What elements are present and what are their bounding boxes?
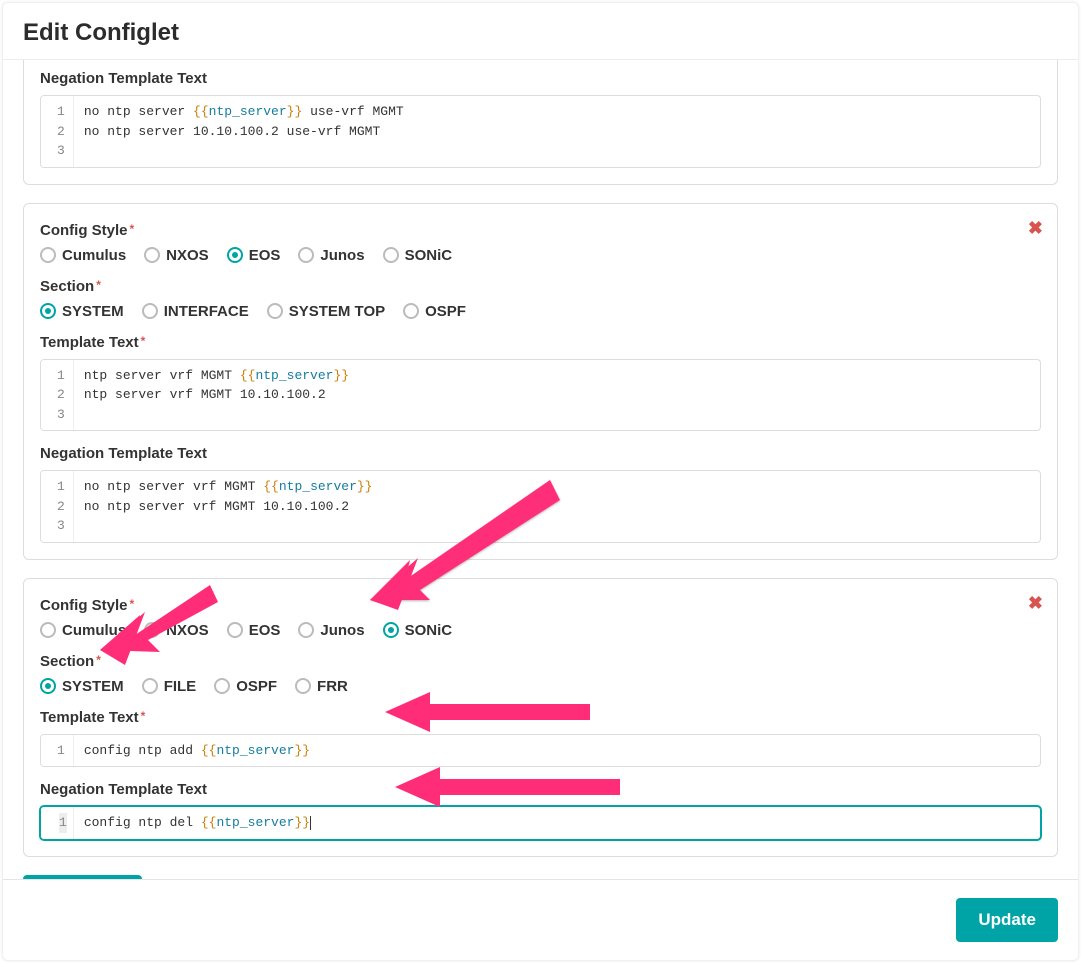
section-label-1: Section*	[40, 278, 1041, 295]
radio-dot-icon	[403, 303, 419, 319]
configlet-card-1: ✖ Config Style* Cumulus NXOS EOS Junos SONiC…	[23, 203, 1058, 560]
config-style-radios-2: Cumulus NXOS EOS Junos SONiC	[40, 622, 1041, 639]
code-area[interactable]: config ntp add {{ntp_server}}	[74, 735, 1040, 767]
radio-label: SYSTEM TOP	[289, 303, 385, 320]
radio-dot-icon	[383, 622, 399, 638]
close-icon[interactable]: ✖	[1028, 593, 1043, 614]
config-style-radios-1: Cumulus NXOS EOS Junos SONiC	[40, 247, 1041, 264]
radio-label: FRR	[317, 678, 348, 695]
configlet-card-0: Negation Template Text 1 2 3no ntp serve…	[23, 60, 1058, 185]
radio-eos[interactable]: EOS	[227, 247, 281, 264]
radio-nxos[interactable]: NXOS	[144, 622, 209, 639]
radio-file[interactable]: FILE	[142, 678, 197, 695]
line-gutter: 1 2 3	[41, 471, 74, 542]
template-text-label-1: Template Text*	[40, 334, 1041, 351]
update-button[interactable]: Update	[956, 898, 1058, 942]
radio-label: INTERFACE	[164, 303, 249, 320]
radio-dot-icon	[227, 622, 243, 638]
line-gutter: 1 2 3	[41, 96, 74, 167]
radio-dot-icon	[142, 678, 158, 694]
radio-label: EOS	[249, 622, 281, 639]
radio-ospf[interactable]: OSPF	[214, 678, 277, 695]
radio-ospf[interactable]: OSPF	[403, 303, 466, 320]
radio-label: Junos	[320, 247, 364, 264]
radio-dot-icon	[214, 678, 230, 694]
radio-junos[interactable]: Junos	[298, 622, 364, 639]
section-radios-1: SYSTEM INTERFACE SYSTEM TOP OSPF	[40, 303, 1041, 320]
radio-dot-icon	[383, 247, 399, 263]
radio-cumulus[interactable]: Cumulus	[40, 247, 126, 264]
radio-label: Cumulus	[62, 622, 126, 639]
radio-dot-icon	[144, 247, 160, 263]
radio-label: SONiC	[405, 247, 453, 264]
radio-system[interactable]: SYSTEM	[40, 678, 124, 695]
radio-frr[interactable]: FRR	[295, 678, 348, 695]
radio-label: SONiC	[405, 622, 453, 639]
radio-sonic[interactable]: SONiC	[383, 622, 453, 639]
radio-dot-icon	[298, 622, 314, 638]
close-icon[interactable]: ✖	[1028, 218, 1043, 239]
negation-editor-0[interactable]: 1 2 3no ntp server {{ntp_server}} use-vr…	[40, 95, 1041, 168]
line-gutter: 1	[41, 807, 74, 839]
radio-label: Junos	[320, 622, 364, 639]
radio-interface[interactable]: INTERFACE	[142, 303, 249, 320]
radio-dot-icon	[227, 247, 243, 263]
radio-label: SYSTEM	[62, 678, 124, 695]
radio-sonic[interactable]: SONiC	[383, 247, 453, 264]
template-text-label-2: Template Text*	[40, 709, 1041, 726]
section-radios-2: SYSTEM FILE OSPF FRR	[40, 678, 1041, 695]
radio-label: OSPF	[236, 678, 277, 695]
radio-cumulus[interactable]: Cumulus	[40, 622, 126, 639]
add-style-button[interactable]: Add a style	[23, 875, 142, 880]
page-title: Edit Configlet	[23, 19, 1058, 47]
radio-label: NXOS	[166, 622, 209, 639]
radio-system[interactable]: SYSTEM	[40, 303, 124, 320]
negation-editor-2[interactable]: 1config ntp del {{ntp_server}}	[40, 806, 1041, 840]
line-gutter: 1 2 3	[41, 360, 74, 431]
negation-template-label-1: Negation Template Text	[40, 445, 1041, 462]
radio-junos[interactable]: Junos	[298, 247, 364, 264]
code-area[interactable]: no ntp server vrf MGMT {{ntp_server}} no…	[74, 471, 1040, 542]
negation-editor-1[interactable]: 1 2 3no ntp server vrf MGMT {{ntp_server…	[40, 470, 1041, 543]
template-editor-1[interactable]: 1 2 3ntp server vrf MGMT {{ntp_server}} …	[40, 359, 1041, 432]
radio-dot-icon	[40, 622, 56, 638]
code-area[interactable]: config ntp del {{ntp_server}}	[74, 807, 1040, 839]
radio-eos[interactable]: EOS	[227, 622, 281, 639]
line-gutter: 1	[41, 735, 74, 767]
radio-dot-icon	[40, 303, 56, 319]
section-label-2: Section*	[40, 653, 1041, 670]
radio-dot-icon	[40, 247, 56, 263]
radio-dot-icon	[142, 303, 158, 319]
negation-template-label-0: Negation Template Text	[40, 70, 1041, 87]
radio-dot-icon	[295, 678, 311, 694]
radio-nxos[interactable]: NXOS	[144, 247, 209, 264]
radio-dot-icon	[40, 678, 56, 694]
negation-template-label-2: Negation Template Text	[40, 781, 1041, 798]
radio-label: FILE	[164, 678, 197, 695]
modal-header: Edit Configlet	[3, 3, 1078, 59]
radio-label: SYSTEM	[62, 303, 124, 320]
code-area[interactable]: ntp server vrf MGMT {{ntp_server}} ntp s…	[74, 360, 1040, 431]
code-area[interactable]: no ntp server {{ntp_server}} use-vrf MGM…	[74, 96, 1040, 167]
radio-label: Cumulus	[62, 247, 126, 264]
modal-body[interactable]: Negation Template Text 1 2 3no ntp serve…	[3, 59, 1078, 879]
config-style-label-2: Config Style*	[40, 597, 1041, 614]
radio-label: NXOS	[166, 247, 209, 264]
configlet-card-2: ✖ Config Style* Cumulus NXOS EOS Junos SONiC…	[23, 578, 1058, 857]
template-editor-2[interactable]: 1config ntp add {{ntp_server}}	[40, 734, 1041, 768]
modal: Edit Configlet Negation Template Text 1 …	[2, 2, 1079, 961]
radio-dot-icon	[144, 622, 160, 638]
config-style-label-1: Config Style*	[40, 222, 1041, 239]
radio-label: OSPF	[425, 303, 466, 320]
radio-system-top[interactable]: SYSTEM TOP	[267, 303, 385, 320]
radio-label: EOS	[249, 247, 281, 264]
modal-footer: Update	[3, 879, 1078, 960]
radio-dot-icon	[267, 303, 283, 319]
radio-dot-icon	[298, 247, 314, 263]
